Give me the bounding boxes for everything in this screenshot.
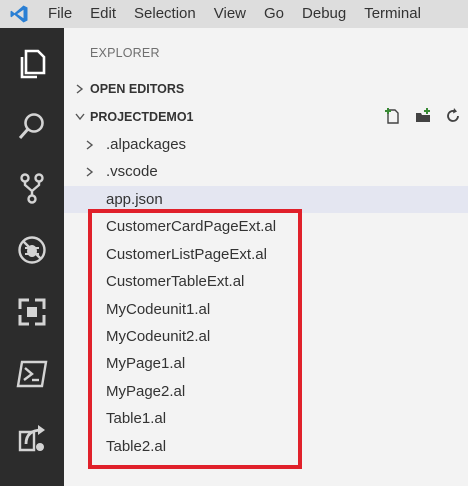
powershell-icon[interactable] <box>12 354 52 394</box>
menu-terminal[interactable]: Terminal <box>355 0 430 28</box>
file-label: CustomerListPageExt.al <box>106 246 267 263</box>
new-folder-icon[interactable] <box>414 107 432 128</box>
file-table2[interactable]: Table2.al <box>64 433 468 460</box>
project-label: PROJECTDEMO1 <box>90 110 194 124</box>
open-editors-label: OPEN EDITORS <box>90 82 185 96</box>
file-my-page1[interactable]: MyPage1.al <box>64 350 468 377</box>
file-label: MyPage2.al <box>106 383 186 400</box>
extensions-icon[interactable] <box>12 292 52 332</box>
chevron-right-icon <box>86 166 98 177</box>
file-label: MyCodeunit1.al <box>106 301 211 318</box>
menu-view[interactable]: View <box>205 0 255 28</box>
vscode-logo-icon <box>4 0 34 28</box>
chevron-down-icon <box>70 113 90 121</box>
file-customer-list-page-ext[interactable]: CustomerListPageExt.al <box>64 241 468 268</box>
folder-alpackages[interactable]: .alpackages <box>64 131 468 158</box>
explorer-icon[interactable] <box>12 44 52 84</box>
folder-vscode[interactable]: .vscode <box>64 158 468 185</box>
project-section[interactable]: PROJECTDEMO1 <box>64 105 468 129</box>
menu-debug[interactable]: Debug <box>293 0 355 28</box>
new-file-icon[interactable] <box>384 107 402 128</box>
file-label: MyCodeunit2.al <box>106 328 211 345</box>
file-label: CustomerTableExt.al <box>106 273 245 290</box>
explorer-title: EXPLORER <box>90 46 160 60</box>
search-icon[interactable] <box>12 106 52 146</box>
explorer-sidebar: EXPLORER OPEN EDITORS PROJECTDEMO1 .alpa… <box>64 28 468 486</box>
folder-label: .vscode <box>106 163 158 180</box>
menu-bar: File Edit Selection View Go Debug Termin… <box>0 0 468 28</box>
folder-label: .alpackages <box>106 136 187 153</box>
file-table1[interactable]: Table1.al <box>64 405 468 432</box>
file-app-json[interactable]: app.json <box>64 186 468 213</box>
file-label: MyPage1.al <box>106 355 186 372</box>
menu-edit[interactable]: Edit <box>81 0 125 28</box>
remote-icon[interactable] <box>12 418 52 458</box>
menu-file[interactable]: File <box>34 0 81 28</box>
open-editors-section[interactable]: OPEN EDITORS <box>64 77 468 101</box>
menu-go[interactable]: Go <box>255 0 293 28</box>
chevron-right-icon <box>86 139 98 150</box>
menu-selection[interactable]: Selection <box>125 0 205 28</box>
file-label: app.json <box>106 191 163 208</box>
debug-icon[interactable] <box>12 230 52 270</box>
file-my-codeunit2[interactable]: MyCodeunit2.al <box>64 323 468 350</box>
file-my-page2[interactable]: MyPage2.al <box>64 378 468 405</box>
file-label: Table2.al <box>106 438 167 455</box>
file-my-codeunit1[interactable]: MyCodeunit1.al <box>64 296 468 323</box>
source-control-icon[interactable] <box>12 168 52 208</box>
file-label: Table1.al <box>106 410 167 427</box>
file-label: CustomerCardPageExt.al <box>106 218 277 235</box>
project-actions <box>384 105 462 129</box>
file-customer-card-page-ext[interactable]: CustomerCardPageExt.al <box>64 213 468 240</box>
file-customer-table-ext[interactable]: CustomerTableExt.al <box>64 268 468 295</box>
activity-bar <box>0 28 64 486</box>
refresh-icon[interactable] <box>444 107 462 128</box>
chevron-right-icon <box>70 84 90 94</box>
